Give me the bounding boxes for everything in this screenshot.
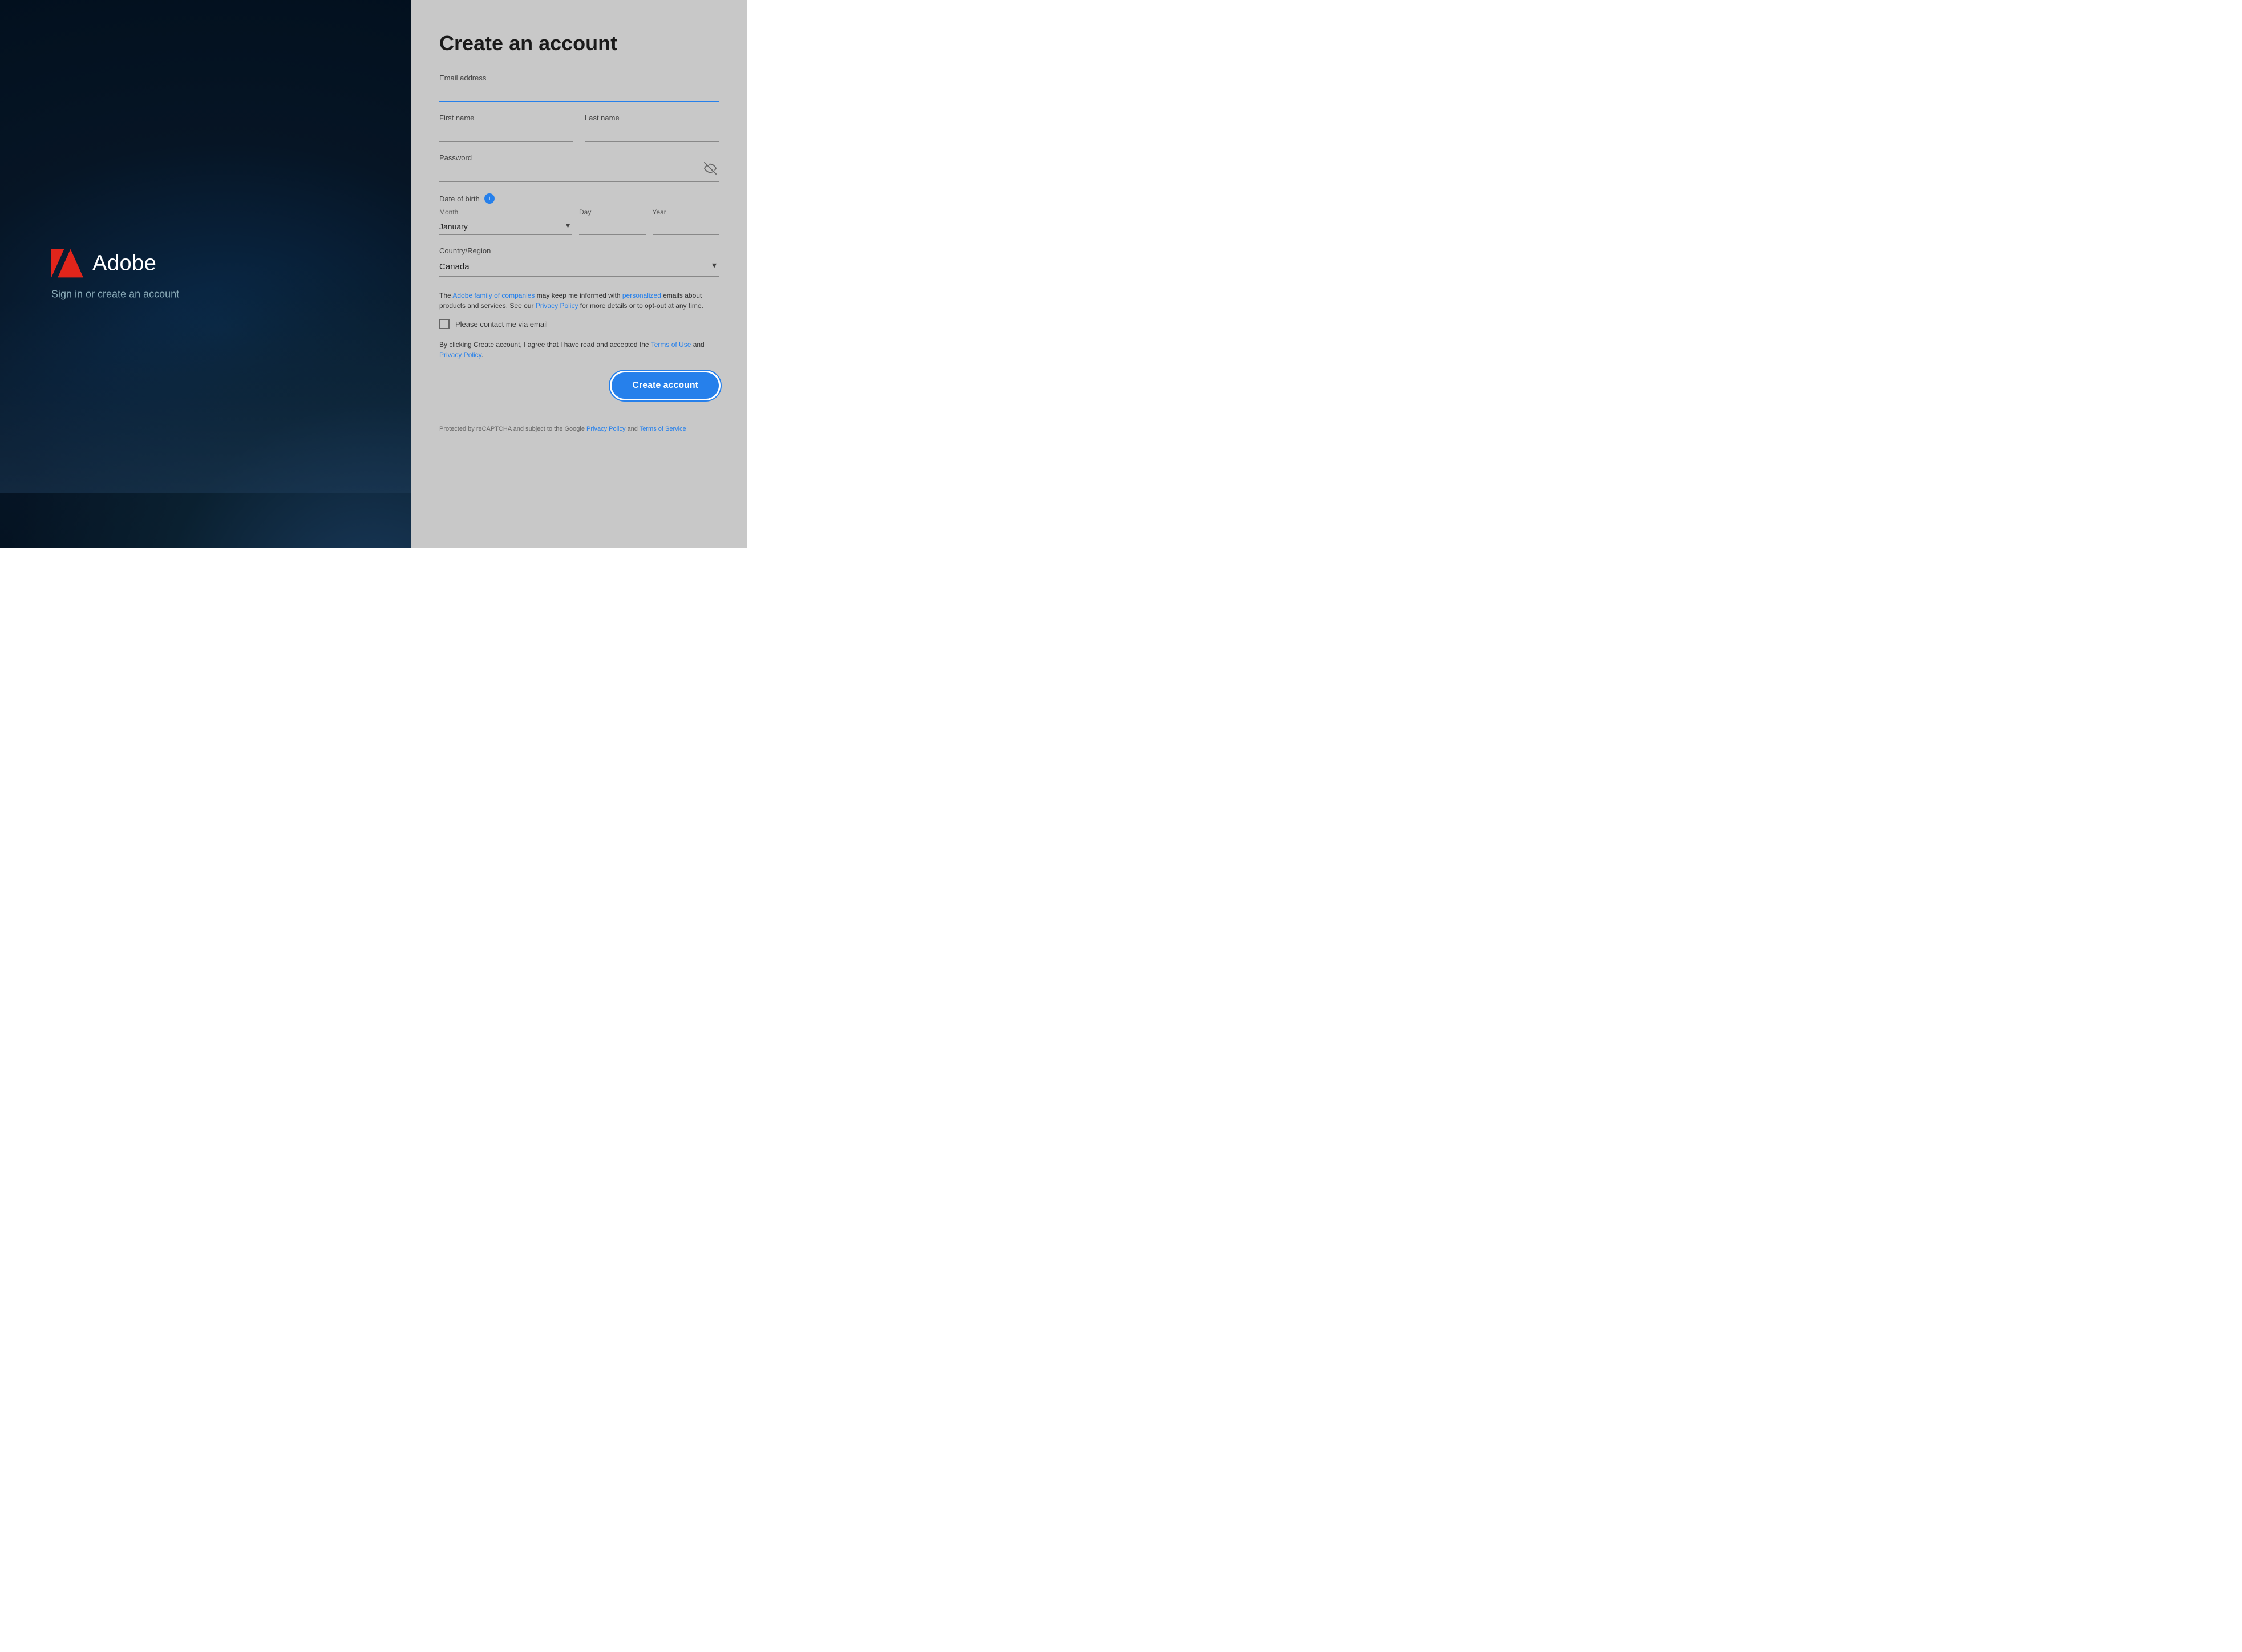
recaptcha-terms-link[interactable]: Terms of Service [640, 426, 686, 432]
contact-checkbox[interactable] [439, 319, 450, 329]
adobe-branding: Adobe Sign in or create an account [51, 248, 179, 301]
month-col-label: Month [439, 208, 572, 216]
adobe-tagline: Sign in or create an account [51, 289, 179, 301]
recaptcha-text-2: and [626, 426, 640, 432]
country-label: Country/Region [439, 246, 719, 255]
privacy-policy-link-2[interactable]: Privacy Policy [439, 351, 481, 359]
consent-text-2: may keep me informed with [535, 291, 622, 299]
country-select[interactable]: Canada United States United Kingdom Aust… [439, 257, 719, 277]
country-section: Country/Region Canada United States Unit… [439, 246, 719, 277]
month-col: Month January February March April May J… [439, 208, 572, 235]
year-input[interactable] [653, 218, 719, 235]
adobe-name-text: Adobe [92, 251, 156, 276]
form-panel: Create an account Email address First na… [411, 0, 747, 548]
consent-text: The Adobe family of companies may keep m… [439, 290, 719, 311]
password-visibility-toggle[interactable] [704, 162, 717, 177]
agree-text-2: and [691, 341, 704, 349]
consent-text-4: for more details or to opt-out at any ti… [578, 302, 703, 310]
lastname-input[interactable] [585, 124, 719, 142]
create-btn-row: Create account [439, 372, 719, 399]
adobe-logo-icon [51, 248, 83, 280]
agree-text-3: . [481, 351, 483, 359]
recaptcha-text-1: Protected by reCAPTCHA and subject to th… [439, 426, 586, 432]
firstname-label: First name [439, 114, 573, 122]
lastname-field-group: Last name [585, 114, 719, 142]
dob-section: Date of birth i Month January February M… [439, 193, 719, 235]
year-col-label: Year [653, 208, 719, 216]
day-col: Day [579, 208, 646, 235]
password-label: Password [439, 153, 719, 162]
country-select-wrapper: Canada United States United Kingdom Aust… [439, 257, 719, 277]
year-col: Year [653, 208, 719, 235]
dob-label-row: Date of birth i [439, 193, 719, 204]
recaptcha-text: Protected by reCAPTCHA and subject to th… [439, 424, 719, 434]
contact-checkbox-label: Please contact me via email [455, 320, 548, 329]
month-select-wrapper: January February March April May June Ju… [439, 218, 572, 235]
name-row: First name Last name [439, 114, 719, 142]
privacy-policy-link[interactable]: Privacy Policy [536, 302, 578, 310]
password-wrapper [439, 164, 719, 182]
adobe-family-link[interactable]: Adobe family of companies [452, 291, 535, 299]
lastname-label: Last name [585, 114, 719, 122]
email-input[interactable] [439, 84, 719, 102]
create-account-button[interactable]: Create account [612, 372, 719, 399]
dob-info-icon[interactable]: i [484, 193, 495, 204]
agree-text-1: By clicking Create account, I agree that… [439, 341, 651, 349]
consent-text-1: The [439, 291, 452, 299]
dob-cols: Month January February March April May J… [439, 208, 719, 235]
password-input[interactable] [439, 164, 719, 182]
firstname-field-group: First name [439, 114, 573, 142]
day-input[interactable] [579, 218, 646, 235]
email-field-group: Email address [439, 74, 719, 102]
day-col-label: Day [579, 208, 646, 216]
contact-checkbox-row: Please contact me via email [439, 319, 719, 329]
firstname-input[interactable] [439, 124, 573, 142]
form-title: Create an account [439, 31, 719, 55]
email-label: Email address [439, 74, 719, 82]
password-field-group: Password [439, 153, 719, 182]
month-select[interactable]: January February March April May June Ju… [439, 218, 572, 235]
terms-link[interactable]: Terms of Use [651, 341, 691, 349]
personalized-link[interactable]: personalized [622, 291, 661, 299]
dob-label: Date of birth [439, 195, 480, 203]
recaptcha-privacy-link[interactable]: Privacy Policy [586, 426, 625, 432]
agree-text: By clicking Create account, I agree that… [439, 339, 719, 360]
